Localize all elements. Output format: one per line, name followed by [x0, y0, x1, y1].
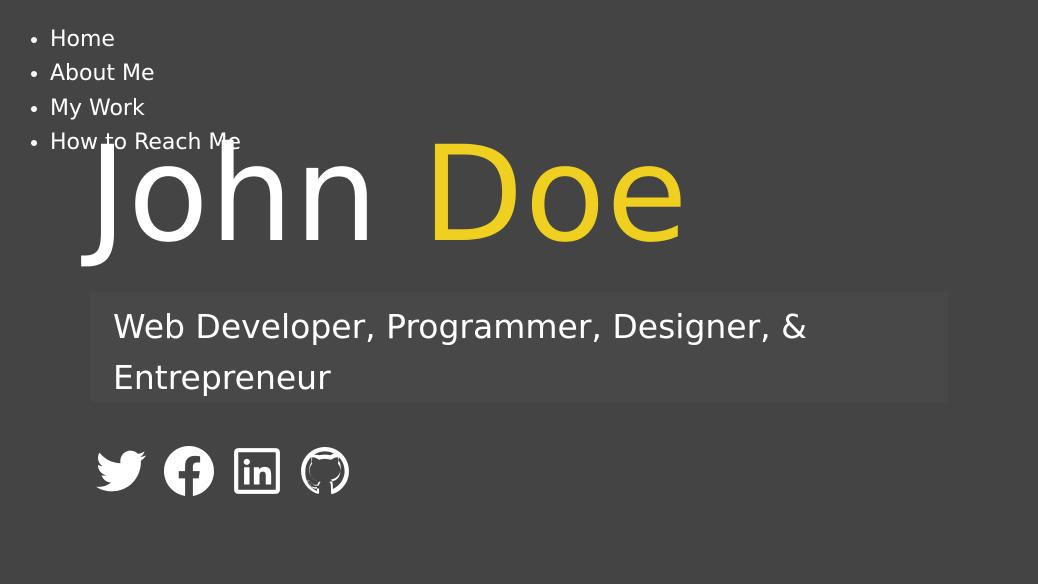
twitter-icon: [96, 450, 146, 492]
nav-link-home[interactable]: Home: [50, 27, 115, 52]
github-icon: [301, 447, 349, 495]
main-nav: Home About Me My Work How to Reach Me: [0, 23, 241, 160]
nav-link-work[interactable]: My Work: [50, 96, 145, 121]
hero-last-name: Doe: [421, 118, 689, 272]
nav-item-work: My Work: [50, 92, 241, 126]
nav-link-about[interactable]: About Me: [50, 61, 155, 86]
linkedin-link[interactable]: [232, 446, 282, 496]
page: Home About Me My Work How to Reach Me Jo…: [0, 0, 1038, 584]
social-links: [96, 446, 368, 496]
nav-link-contact[interactable]: How to Reach Me: [50, 130, 241, 155]
tagline: Web Developer, Programmer, Designer, & E…: [113, 307, 807, 397]
facebook-link[interactable]: [164, 446, 214, 496]
twitter-link[interactable]: [96, 446, 146, 496]
linkedin-icon: [234, 448, 280, 494]
github-link[interactable]: [300, 446, 350, 496]
nav-item-about: About Me: [50, 57, 241, 91]
nav-item-contact: How to Reach Me: [50, 126, 241, 160]
nav-item-home: Home: [50, 23, 241, 57]
tagline-box: Web Developer, Programmer, Designer, & E…: [90, 292, 948, 402]
facebook-icon: [164, 446, 214, 496]
